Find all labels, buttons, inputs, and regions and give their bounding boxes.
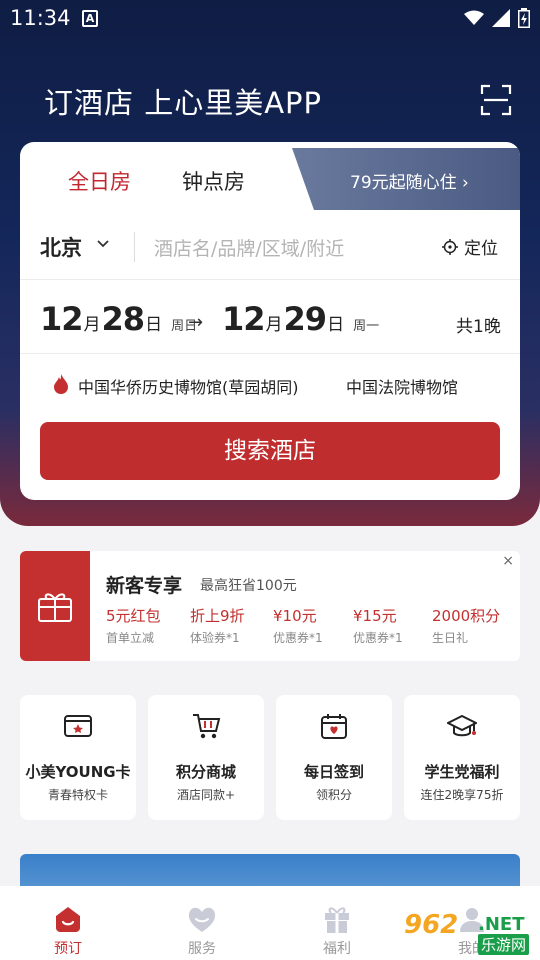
- new-user-title: 新客专享: [106, 575, 183, 597]
- service-daily-checkin[interactable]: 每日签到 领积分: [276, 695, 392, 820]
- service-subtitle: 领积分: [315, 788, 352, 802]
- calendar-icon: [321, 714, 347, 739]
- close-icon[interactable]: ×: [502, 553, 514, 569]
- heart-icon: [188, 907, 216, 932]
- coupon-item: 折上9折体验券*1: [190, 605, 280, 646]
- checkin-day-unit: 日: [145, 315, 163, 335]
- graduation-cap-icon: [447, 714, 477, 737]
- watermark-sub: 乐游网: [478, 934, 530, 955]
- service-subtitle: 青春特权卡: [47, 788, 108, 802]
- status-time: 11:34: [10, 6, 71, 30]
- checkout-weekday: 周一: [353, 319, 380, 334]
- site-watermark: 962 .NET 乐游网: [404, 910, 534, 955]
- checkin-date[interactable]: 12 月 28 日 周日: [40, 300, 197, 338]
- tab-full-day[interactable]: 全日房: [68, 166, 131, 196]
- service-title: 小美YOUNG卡: [25, 763, 131, 781]
- checkout-month: 12: [222, 300, 266, 338]
- coupon-desc: 优惠券*1: [353, 631, 403, 645]
- date-arrow: →: [188, 312, 204, 333]
- gift-icon: [38, 593, 72, 622]
- booking-card: 79元起随心住 › 全日房 钟点房 北京 酒店名/品牌/区域/附近 定位 12 …: [20, 142, 520, 500]
- poi-chip[interactable]: 中国华侨历史博物馆(草园胡同): [78, 374, 299, 398]
- coupon-desc: 体验券*1: [190, 631, 240, 645]
- service-title: 学生党福利: [424, 763, 500, 781]
- room-type-tabs: 79元起随心住 › 全日房 钟点房: [20, 142, 520, 210]
- coupon-value: ¥10元: [273, 607, 317, 625]
- coupon-desc: 生日礼: [432, 631, 469, 645]
- chevron-down-icon[interactable]: [96, 236, 110, 250]
- coupon-desc: 首单立减: [106, 631, 155, 645]
- coupon-desc: 优惠券*1: [273, 631, 323, 645]
- search-hotel-button[interactable]: 搜索酒店: [40, 422, 500, 480]
- service-title: 每日签到: [303, 763, 364, 781]
- service-title: 积分商城: [175, 763, 236, 781]
- checkin-month: 12: [40, 300, 84, 338]
- checkout-date[interactable]: 12 月 29 日 周一: [222, 300, 379, 338]
- coupon-value: 5元红包: [106, 607, 161, 625]
- service-young-card[interactable]: 小美YOUNG卡 青春特权卡: [20, 695, 136, 820]
- crosshair-icon: [442, 238, 458, 255]
- promo-tab[interactable]: 79元起随心住 ›: [292, 148, 520, 210]
- checkout-day-unit: 日: [327, 315, 345, 335]
- watermark-number: 962: [404, 910, 459, 940]
- gift-box-icon: [325, 907, 349, 933]
- city-selector[interactable]: 北京: [40, 232, 82, 262]
- signal-icon: [492, 9, 510, 27]
- coupon-value: ¥15元: [353, 607, 397, 625]
- tab-benefit[interactable]: 福利: [297, 904, 377, 958]
- service-points-mall[interactable]: 积分商城 酒店同款+: [148, 695, 264, 820]
- scan-icon[interactable]: [480, 84, 512, 116]
- promo-label: 79元起随心住 ›: [350, 173, 469, 193]
- coupon-item: 5元红包首单立减: [106, 605, 196, 646]
- checkin-day: 28: [101, 300, 146, 338]
- coupon-value: 折上9折: [190, 607, 245, 625]
- tab-hourly[interactable]: 钟点房: [182, 166, 245, 196]
- member-card-icon: [64, 715, 92, 737]
- locate-button[interactable]: 定位: [442, 234, 498, 259]
- status-icons: [464, 8, 530, 28]
- coupon-value: 2000积分: [432, 607, 501, 625]
- gift-block: [20, 551, 90, 661]
- tab-label: 预订: [54, 941, 82, 957]
- service-subtitle: 酒店同款+: [176, 788, 236, 802]
- checkin-month-unit: 月: [83, 315, 101, 335]
- service-student-benefit[interactable]: 学生党福利 连住2晚享75折: [404, 695, 520, 820]
- tab-label: 服务: [188, 941, 216, 957]
- divider: [134, 232, 135, 262]
- page-title: 订酒店 上心里美APP: [44, 86, 323, 120]
- hotel-search-input[interactable]: 酒店名/品牌/区域/附近: [154, 234, 344, 261]
- status-bar: 11:34 A: [0, 0, 540, 38]
- coupon-item: ¥10元优惠券*1: [273, 605, 363, 646]
- watermark-net: .NET: [478, 914, 525, 935]
- coupon-item: 2000积分生日礼: [432, 605, 520, 646]
- tab-booking[interactable]: 预订: [28, 904, 108, 958]
- new-user-banner[interactable]: 新客专享 最高狂省100元 × 5元红包首单立减 折上9折体验券*1 ¥10元优…: [20, 551, 520, 661]
- service-grid: 小美YOUNG卡 青春特权卡 积分商城 酒店同款+ 每日签到 领积分 学生党福利…: [20, 695, 520, 820]
- poi-chip[interactable]: 中国法院博物馆: [346, 374, 458, 398]
- locate-label: 定位: [464, 239, 498, 259]
- coupon-item: ¥15元优惠券*1: [353, 605, 443, 646]
- nights-count: 共1晚: [456, 317, 501, 337]
- tab-label: 福利: [323, 941, 351, 957]
- checkout-day: 29: [283, 300, 328, 338]
- notification-a-icon: A: [82, 10, 98, 27]
- booking-home-icon: [56, 907, 80, 932]
- hot-fire-icon: [54, 374, 68, 394]
- tab-service[interactable]: 服务: [162, 904, 242, 958]
- new-user-subtitle: 最高狂省100元: [200, 578, 297, 594]
- cart-icon: [193, 714, 221, 739]
- service-subtitle: 连住2晚享75折: [420, 788, 504, 802]
- battery-icon: [518, 8, 530, 28]
- checkout-month-unit: 月: [265, 315, 283, 335]
- wifi-icon: [464, 10, 484, 25]
